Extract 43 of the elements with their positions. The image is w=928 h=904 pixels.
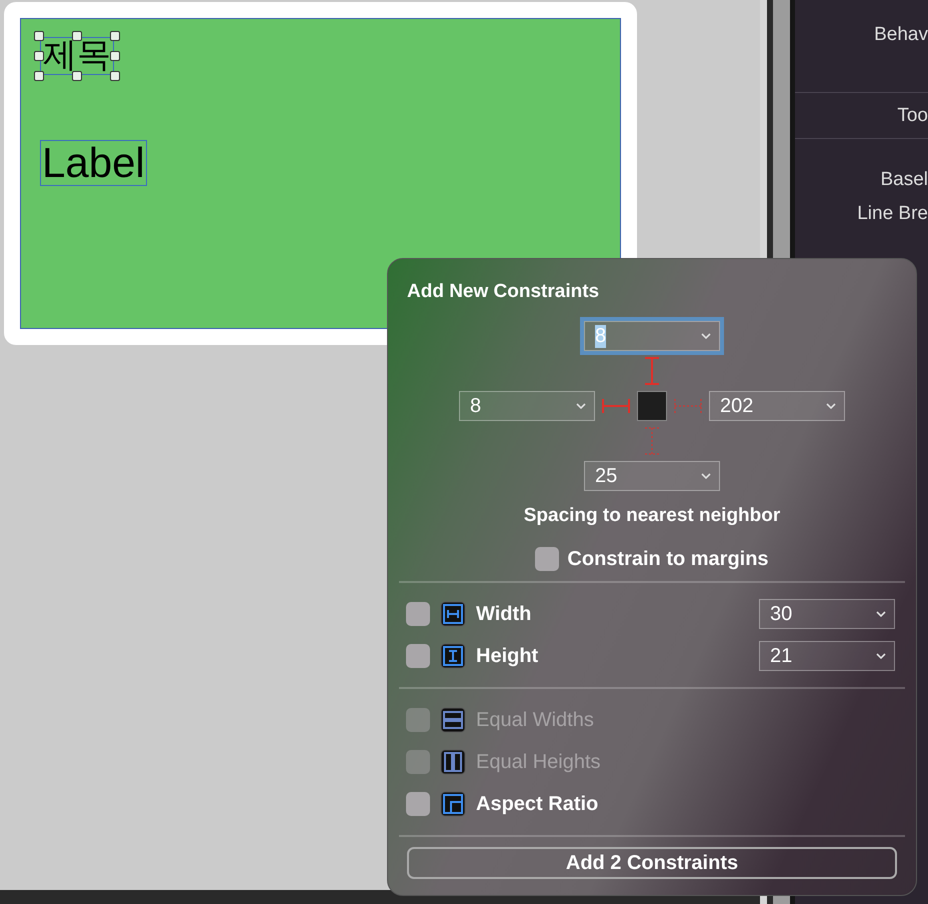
chevron-down-icon [576, 403, 586, 409]
chevron-down-icon [876, 611, 886, 617]
checkbox[interactable] [406, 644, 430, 668]
spacing-caption: Spacing to nearest neighbor [522, 505, 782, 527]
option-label: Equal Heights [476, 750, 601, 774]
chevron-down-icon [701, 473, 711, 479]
number-combo-box[interactable]: 25 [584, 461, 720, 491]
chevron-down-icon [826, 403, 836, 409]
width-icon [440, 601, 466, 627]
option-label: Constrain to margins [567, 548, 769, 570]
checkbox[interactable] [406, 792, 430, 816]
checkbox[interactable] [535, 547, 560, 571]
resize-handle[interactable] [34, 70, 44, 81]
inspector-label: Too [897, 104, 928, 126]
inspector-label: Behav [874, 24, 928, 47]
inspector-label: Basel [880, 169, 928, 191]
number-combo-box[interactable]: 8 [459, 391, 595, 421]
resize-handle[interactable] [110, 70, 120, 81]
resize-handle[interactable] [110, 31, 120, 41]
number-combo-box[interactable]: 30 [759, 599, 895, 629]
number-combo-box[interactable]: 21 [759, 641, 895, 671]
resize-handle[interactable] [72, 70, 82, 81]
text-label[interactable]: Label [40, 140, 147, 186]
aspect-ratio-icon [440, 791, 466, 817]
height-icon [440, 643, 466, 669]
inspector-label: Line Bre [857, 202, 928, 224]
resize-handle[interactable] [72, 31, 82, 41]
option-label: Aspect Ratio [476, 792, 598, 816]
chevron-down-icon [876, 653, 886, 659]
resize-handle[interactable] [110, 50, 120, 61]
number-combo-box[interactable]: 202 [709, 391, 845, 421]
option-label: Equal Widths [476, 708, 594, 732]
option-label: Width [476, 602, 532, 626]
popover-title: Add New Constraints [406, 281, 600, 304]
option-label: Height [476, 644, 538, 668]
resize-handle[interactable] [34, 50, 44, 61]
checkbox[interactable] [406, 602, 430, 626]
equal-widths-icon [440, 707, 466, 733]
add-constraints-button[interactable]: Add 2 Constraints [407, 847, 897, 879]
resize-handle[interactable] [34, 31, 44, 41]
equal-heights-icon [440, 749, 466, 775]
view-square-icon [637, 391, 667, 421]
chevron-down-icon [701, 333, 711, 339]
